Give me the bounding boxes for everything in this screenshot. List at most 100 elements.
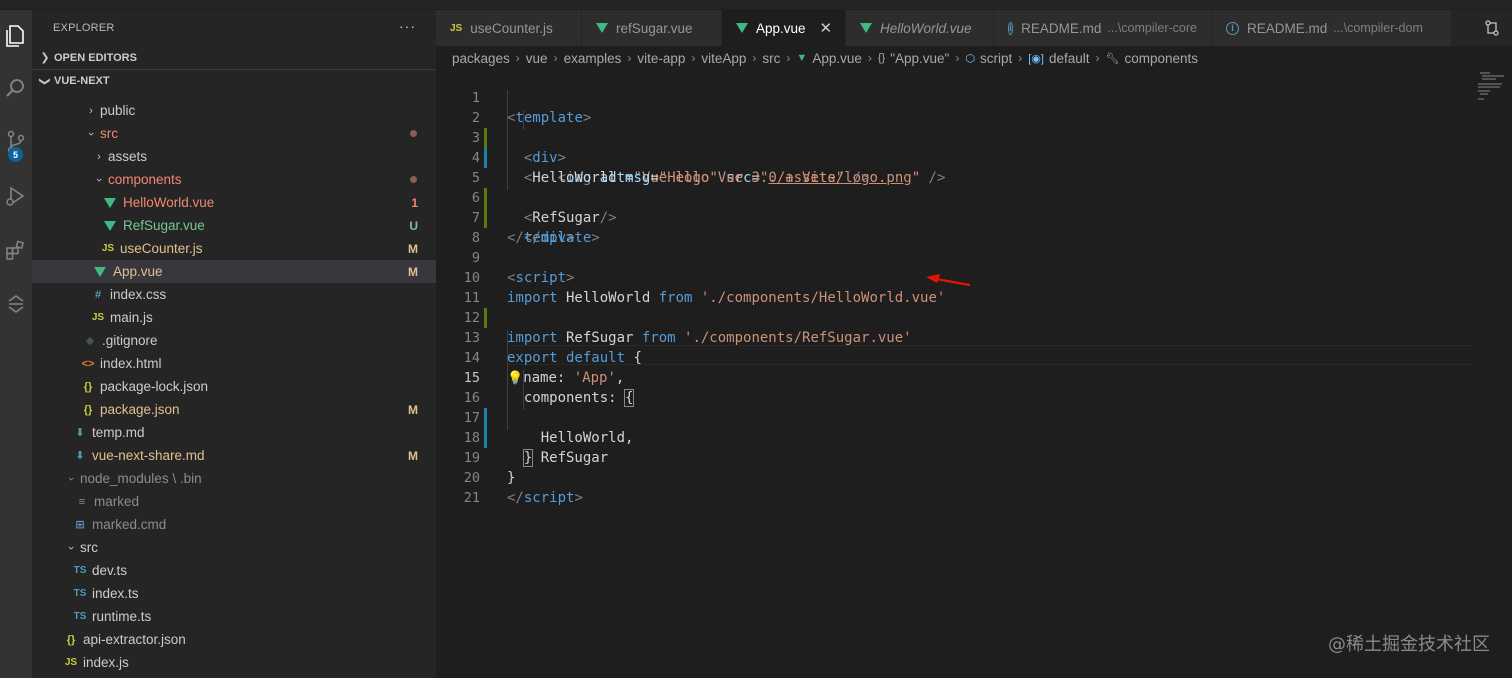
breadcrumb-item[interactable]: default [1049, 51, 1090, 66]
workspace-section[interactable]: ❯ VUE-NEXT [32, 69, 436, 92]
code-editor[interactable]: 1 <template> 2 <div> 3 <img alt="Vue log… [436, 70, 1512, 678]
tree-file-index-ts[interactable]: TS index.ts [32, 582, 436, 605]
tab-helloworld[interactable]: HelloWorld.vue [846, 10, 994, 46]
tree-item-label: dev.ts [92, 563, 128, 578]
explorer-title: EXPLORER [53, 22, 115, 34]
code-line: 2 <div> [436, 88, 1476, 166]
tree-file-index-html[interactable]: <> index.html [32, 352, 436, 375]
breadcrumb-item[interactable]: packages [452, 51, 510, 66]
tree-item-label: vue-next-share.md [92, 448, 205, 463]
chevron-down-icon: › [85, 131, 97, 136]
chevron-down-icon: › [65, 545, 77, 550]
untracked-badge: U [409, 218, 418, 233]
tree-file-runtime-ts[interactable]: TS runtime.ts [32, 605, 436, 628]
vue-file-icon: ▼ [796, 52, 808, 64]
tree-file-vue-next-share[interactable]: ⬇ vue-next-share.md M [32, 444, 436, 467]
code-line: 20 </script> [436, 448, 1476, 506]
tree-file-main-js[interactable]: JS main.js [32, 306, 436, 329]
run-debug-icon[interactable] [0, 174, 32, 218]
code-line: 16 HelloWorld, [436, 368, 1476, 446]
tree-file-app-vue[interactable]: App.vue M [32, 260, 436, 283]
close-icon[interactable]: ✕ [820, 19, 833, 37]
modified-badge: M [408, 402, 418, 417]
tree-file-marked-cmd[interactable]: ⊞ marked.cmd [32, 513, 436, 536]
tree-folder-public[interactable]: › public [32, 99, 436, 122]
tree-file-gitignore[interactable]: ◆ .gitignore [32, 329, 436, 352]
ts-file-icon: TS [73, 565, 87, 576]
tree-item-label: temp.md [92, 425, 145, 440]
vue-file-icon [736, 23, 748, 33]
tab-refsugar[interactable]: refSugar.vue [582, 10, 722, 46]
tree-file-refsugar[interactable]: RefSugar.vue U [32, 214, 436, 237]
open-editors-section[interactable]: ❯ OPEN EDITORS [32, 46, 436, 69]
breadcrumb-item[interactable]: App.vue [812, 51, 862, 66]
variable-icon: [◉] [1028, 52, 1044, 65]
breadcrumb-item[interactable]: script [980, 51, 1012, 66]
tree-folder-src[interactable]: › src [32, 122, 436, 145]
tree-item-label: index.ts [92, 586, 139, 601]
annotation-arrow-icon [926, 274, 971, 287]
tree-file-index-js[interactable]: JS index.js [32, 651, 436, 674]
tree-file-helloworld[interactable]: HelloWorld.vue 1 [32, 191, 436, 214]
vue-file-icon [94, 266, 106, 277]
markdown-file-icon: ⬇ [75, 427, 85, 439]
braces-icon: {} [877, 52, 886, 64]
chevron-down-icon: ❯ [38, 76, 51, 86]
tree-file-usecounter[interactable]: JS useCounter.js M [32, 237, 436, 260]
js-file-icon: JS [101, 243, 115, 254]
open-changes-icon[interactable] [1472, 10, 1512, 46]
explorer-icon[interactable] [0, 14, 32, 58]
minimap[interactable] [1474, 70, 1504, 110]
code-line: 21 [436, 468, 1476, 506]
chevron-right-icon: › [867, 51, 872, 65]
info-icon: i [1226, 21, 1239, 35]
tab-description: ...\compiler-core [1107, 21, 1197, 35]
chevron-right-icon: › [553, 51, 558, 65]
tree-file-dev-ts[interactable]: TS dev.ts [32, 559, 436, 582]
breadcrumb-item[interactable]: vite-app [637, 51, 685, 66]
tree-file-temp-md[interactable]: ⬇ temp.md [32, 421, 436, 444]
tree-file-api-extractor[interactable]: {} api-extractor.json [32, 628, 436, 651]
tab-label: README.md [1247, 20, 1328, 36]
more-actions-icon[interactable]: ··· [399, 18, 416, 34]
tab-readme-compiler-dom[interactable]: i README.md ...\compiler-dom [1212, 10, 1452, 46]
tree-file-package-lock[interactable]: {} package-lock.json [32, 375, 436, 398]
tree-item-label: .gitignore [102, 333, 158, 348]
tree-item-label: package.json [100, 402, 180, 417]
json-file-icon: {} [83, 403, 93, 416]
breadcrumb-item[interactable]: viteApp [701, 51, 746, 66]
tree-item-label: components [108, 172, 182, 187]
tree-file-marked[interactable]: ≡ marked [32, 490, 436, 513]
breadcrumb: packages › vue › examples › vite-app › viteA… [436, 46, 1512, 70]
tree-file-index-css[interactable]: # index.css [32, 283, 436, 306]
code-line: 1 <template> [436, 68, 1476, 126]
activity-bar: 5 [0, 10, 32, 678]
extensions-icon[interactable] [0, 228, 32, 272]
tree-folder-src-2[interactable]: › src [32, 536, 436, 559]
modified-badge: M [408, 448, 418, 463]
modified-badge: M [408, 264, 418, 279]
search-icon[interactable] [0, 66, 32, 110]
breadcrumb-item[interactable]: examples [564, 51, 622, 66]
editor-tabs: JS useCounter.js refSugar.vue App.vue ✕ … [436, 10, 1512, 46]
git-file-icon: ◆ [85, 335, 95, 347]
code-line: 7 </template> [436, 188, 1476, 246]
breadcrumb-item[interactable]: components [1124, 51, 1198, 66]
code-line: 15 components: { [436, 348, 1476, 407]
tree-item-label: api-extractor.json [83, 632, 186, 647]
tree-item-label: runtime.ts [92, 609, 152, 624]
tree-folder-assets[interactable]: › assets [32, 145, 436, 168]
breadcrumb-item[interactable]: "App.vue" [890, 51, 949, 66]
tab-usecounter[interactable]: JS useCounter.js [436, 10, 582, 46]
tree-item-label: index.js [83, 655, 129, 670]
tab-app-vue[interactable]: App.vue ✕ [722, 10, 846, 46]
chevron-down-icon: › [65, 476, 77, 481]
breadcrumb-item[interactable]: vue [526, 51, 548, 66]
tab-readme-compiler-core[interactable]: i README.md ...\compiler-core [994, 10, 1212, 46]
tree-folder-node-modules-bin[interactable]: › node_modules \ .bin [32, 467, 436, 490]
tree-file-package-json[interactable]: {} package.json M [32, 398, 436, 421]
tree-folder-components[interactable]: › components [32, 168, 436, 191]
remote-explorer-icon[interactable] [0, 282, 32, 326]
breadcrumb-item[interactable]: src [762, 51, 780, 66]
explorer-sidebar: EXPLORER ··· ❯ OPEN EDITORS ❯ VUE-NEXT ›… [32, 10, 436, 678]
